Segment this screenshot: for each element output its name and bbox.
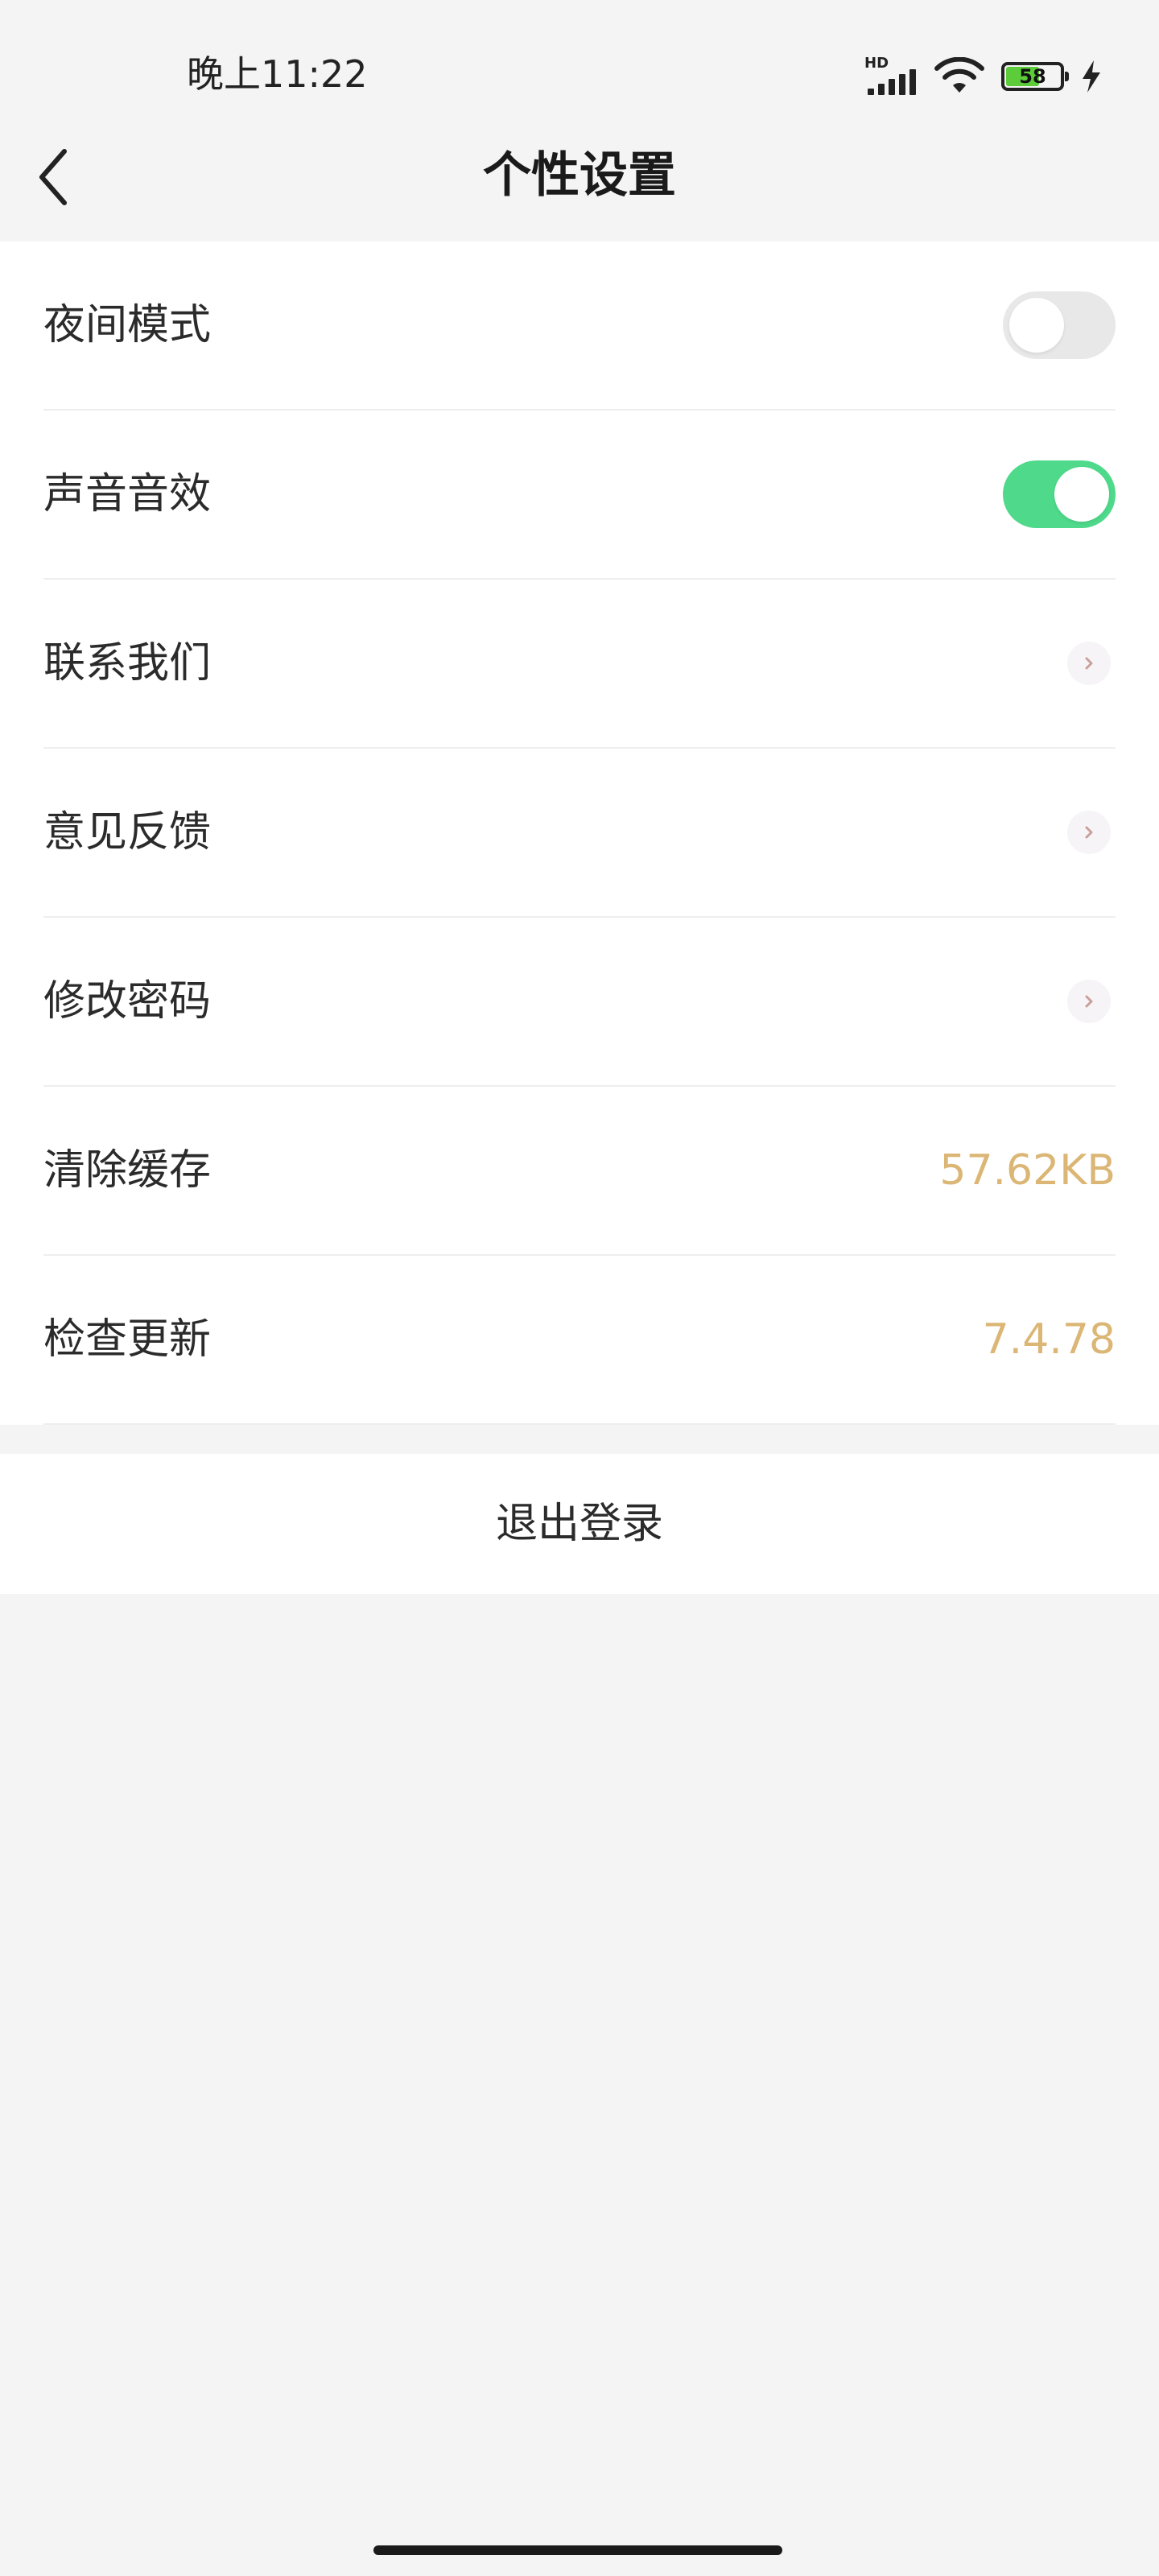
signal-icon: HD	[864, 56, 918, 97]
settings-list: 夜间模式 声音音效 联系我们 意见反馈 修改密码 清除缓存 57.62KB 检查…	[0, 242, 1159, 1425]
nav-bar: 个性设置	[0, 121, 1159, 242]
page-title: 个性设置	[483, 147, 676, 204]
wifi-icon	[934, 57, 984, 93]
setting-row-check-update[interactable]: 检查更新 7.4.78	[43, 1256, 1116, 1425]
setting-row-change-password[interactable]: 修改密码	[43, 918, 1116, 1087]
chevron-right-icon	[1067, 642, 1111, 685]
cache-size-value: 57.62KB	[939, 1146, 1116, 1195]
chevron-right-icon	[1067, 980, 1111, 1023]
status-icons: HD 58	[864, 56, 1103, 97]
charging-bolt-icon	[1083, 60, 1100, 93]
setting-row-sound-effects: 声音音效	[43, 411, 1116, 580]
battery-level: 58	[1019, 65, 1046, 88]
status-time: 晚上11:22	[187, 52, 368, 96]
logout-button[interactable]: 退出登录	[0, 1454, 1159, 1594]
setting-row-night-mode: 夜间模式	[43, 242, 1116, 411]
clear-cache-label: 清除缓存	[43, 1146, 212, 1195]
toggle-knob	[1054, 467, 1109, 522]
change-password-label: 修改密码	[43, 977, 212, 1026]
night-mode-label: 夜间模式	[43, 301, 212, 349]
sound-effects-label: 声音音效	[43, 470, 212, 518]
contact-us-label: 联系我们	[43, 639, 212, 687]
sound-effects-toggle[interactable]	[1003, 460, 1116, 528]
signal-bars-icon	[868, 69, 916, 95]
feedback-label: 意见反馈	[43, 808, 212, 857]
setting-row-clear-cache[interactable]: 清除缓存 57.62KB	[43, 1087, 1116, 1256]
home-indicator[interactable]	[373, 2545, 782, 2555]
toggle-knob	[1009, 298, 1064, 353]
chevron-right-icon	[1067, 811, 1111, 854]
setting-row-contact-us[interactable]: 联系我们	[43, 580, 1116, 749]
settings-page: 晚上11:22 HD 58 个性设置 夜间模式 声音音效 联系我们 意见反馈 修…	[0, 0, 1159, 2576]
setting-row-feedback[interactable]: 意见反馈	[43, 749, 1116, 918]
check-update-label: 检查更新	[43, 1315, 212, 1364]
battery-icon: 58	[1001, 62, 1069, 91]
night-mode-toggle[interactable]	[1003, 291, 1116, 359]
version-value: 7.4.78	[982, 1315, 1116, 1364]
logout-label: 退出登录	[495, 1500, 663, 1548]
